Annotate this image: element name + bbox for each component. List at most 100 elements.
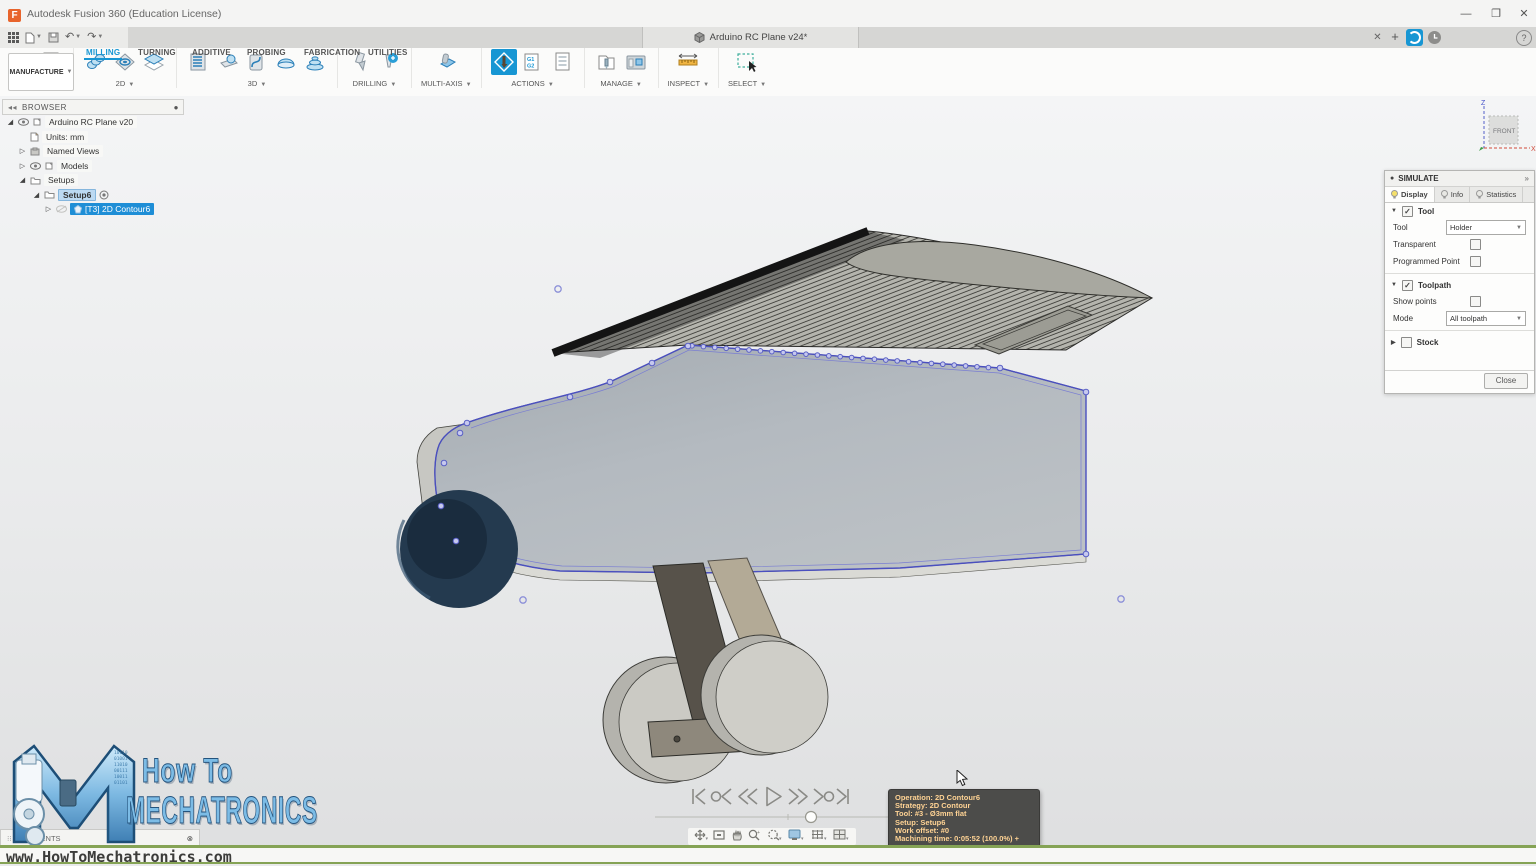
display-settings-icon[interactable]: ▾ [788, 828, 805, 846]
svg-text:▾: ▾ [846, 836, 849, 841]
tree-row-2d-contour6[interactable]: ▷ [T3] 2D Contour6 [2, 202, 184, 217]
transparent-checkbox[interactable] [1470, 239, 1481, 250]
row-transparent: Transparent [1385, 236, 1534, 253]
active-setup-radio-icon[interactable] [99, 190, 109, 200]
comments-close-icon[interactable]: ⊗ [187, 834, 193, 843]
section-toolpath[interactable]: ▼ ✓ Toolpath [1385, 277, 1534, 293]
programmed-point-checkbox[interactable] [1470, 256, 1481, 267]
tree-row-root[interactable]: ◢ Arduino RC Plane v20 [2, 115, 184, 130]
svg-text:▾: ▾ [824, 836, 827, 841]
svg-text:11010: 11010 [114, 762, 128, 768]
next-operation-button[interactable] [814, 789, 834, 804]
svg-text:10011: 10011 [114, 774, 128, 780]
collapsed-icon[interactable]: ▷ [18, 162, 27, 170]
grid-settings-icon[interactable]: ▾ [811, 828, 828, 846]
svg-text:FRONT: FRONT [1493, 128, 1515, 135]
svg-text:00111: 00111 [114, 768, 128, 774]
bulb-icon [1441, 190, 1448, 199]
motor-spinner [398, 490, 518, 608]
svg-text:+: + [757, 830, 760, 836]
fit-icon[interactable] [713, 828, 725, 846]
wing [553, 231, 1152, 358]
svg-text:▾: ▾ [705, 836, 708, 841]
tree-row-models[interactable]: ▷ Models [2, 159, 184, 174]
section-stock[interactable]: ▶ Stock [1385, 334, 1534, 350]
view-cube[interactable]: FRONT Z X [1468, 98, 1536, 160]
svg-text:01001: 01001 [114, 756, 128, 762]
go-to-start-button[interactable] [693, 789, 705, 804]
visibility-eye-icon[interactable] [18, 118, 29, 126]
svg-text:▾: ▾ [779, 836, 782, 841]
go-to-end-button[interactable] [837, 789, 848, 804]
stock-section-checkbox[interactable] [1401, 337, 1412, 348]
tree-row-setups[interactable]: ◢ Setups [2, 173, 184, 188]
axis-x-label: X [1531, 146, 1536, 153]
zoom-window-icon[interactable]: ▾ [767, 828, 783, 846]
tab-display[interactable]: Display [1385, 187, 1435, 202]
expand-icon[interactable]: ◢ [32, 191, 41, 199]
bulb-icon [1476, 190, 1483, 199]
orbit-hand-icon[interactable] [731, 828, 743, 846]
collapsed-icon[interactable]: ▷ [18, 147, 27, 155]
play-button[interactable] [767, 788, 781, 806]
previous-operation-button[interactable] [712, 789, 732, 804]
component-icon [44, 161, 54, 171]
svg-text:10110: 10110 [114, 750, 128, 756]
navigation-bar: ▾ + ▾ ▾ ▾ ▾ [688, 828, 856, 845]
operation-tooltip: Operation: 2D Contour6 Strategy: 2D Cont… [888, 789, 1040, 848]
simulation-player [688, 785, 850, 809]
watermark-line2: MECHATRONICS [126, 790, 318, 833]
visibility-off-icon[interactable] [56, 205, 67, 213]
svg-text:▾: ▾ [801, 836, 804, 841]
expand-icon[interactable]: ◢ [6, 118, 15, 126]
zoom-icon[interactable]: + [748, 828, 761, 846]
browser-panel: ◂◂ BROWSER ● ◢ Arduino RC Plane v20 Unit… [2, 99, 184, 217]
folder-icon [30, 176, 41, 185]
show-points-checkbox[interactable] [1470, 296, 1481, 307]
pan-icon[interactable]: ▾ [694, 828, 708, 846]
named-views-icon [30, 147, 40, 156]
browser-header[interactable]: ◂◂ BROWSER ● [2, 99, 184, 115]
row-programmed-point: Programmed Point [1385, 253, 1534, 270]
mouse-cursor [956, 770, 970, 788]
simulate-dialog: ● SIMULATE » Display Info Statistics ▼ ✓… [1384, 170, 1535, 394]
watermark-url-strip: www.HowToMechatronics.com [0, 845, 1536, 864]
dialog-dot-icon: ● [1390, 175, 1394, 182]
tree-row-units[interactable]: Units: mm [2, 130, 184, 145]
row-show-points: Show points [1385, 293, 1534, 310]
landing-gear [603, 558, 828, 783]
collapsed-icon[interactable]: ▷ [44, 205, 53, 213]
viewports-icon[interactable]: ▾ [833, 828, 850, 846]
row-tool: Tool Holder▼ [1385, 219, 1534, 236]
watermark-url: www.HowToMechatronics.com [6, 848, 232, 866]
operation-icon [74, 205, 82, 214]
axis-y-origin [1479, 147, 1484, 151]
folder-icon [44, 190, 55, 199]
collapse-panel-icon[interactable]: ◂◂ [8, 103, 17, 112]
tree-row-setup6[interactable]: ◢ Setup6 [2, 188, 184, 203]
tab-info[interactable]: Info [1435, 187, 1471, 202]
play-backward-button[interactable] [739, 789, 757, 804]
panel-dot-icon: ● [174, 103, 179, 112]
close-button[interactable]: Close [1484, 373, 1528, 389]
expand-icon[interactable]: ◢ [18, 176, 27, 184]
tool-dropdown[interactable]: Holder▼ [1446, 220, 1526, 235]
tool-section-checkbox[interactable]: ✓ [1402, 206, 1413, 217]
svg-text:01101: 01101 [114, 780, 128, 786]
plane-model [0, 0, 1536, 864]
fast-forward-button[interactable] [789, 789, 807, 804]
axis-z-label: Z [1481, 100, 1486, 107]
timeline-handle[interactable] [806, 812, 817, 823]
component-icon [32, 117, 42, 127]
visibility-eye-icon[interactable] [30, 162, 41, 170]
mode-dropdown[interactable]: All toolpath▼ [1446, 311, 1526, 326]
toolpath-section-checkbox[interactable]: ✓ [1402, 280, 1413, 291]
dialog-expand-icon[interactable]: » [1525, 174, 1529, 183]
bulb-icon [1391, 190, 1398, 199]
watermark-line1: How To [142, 752, 233, 791]
simulate-dialog-header[interactable]: ● SIMULATE » [1385, 171, 1534, 187]
units-doc-icon [30, 132, 39, 142]
tab-statistics[interactable]: Statistics [1470, 187, 1523, 202]
section-tool[interactable]: ▼ ✓ Tool [1385, 203, 1534, 219]
tree-row-named-views[interactable]: ▷ Named Views [2, 144, 184, 159]
